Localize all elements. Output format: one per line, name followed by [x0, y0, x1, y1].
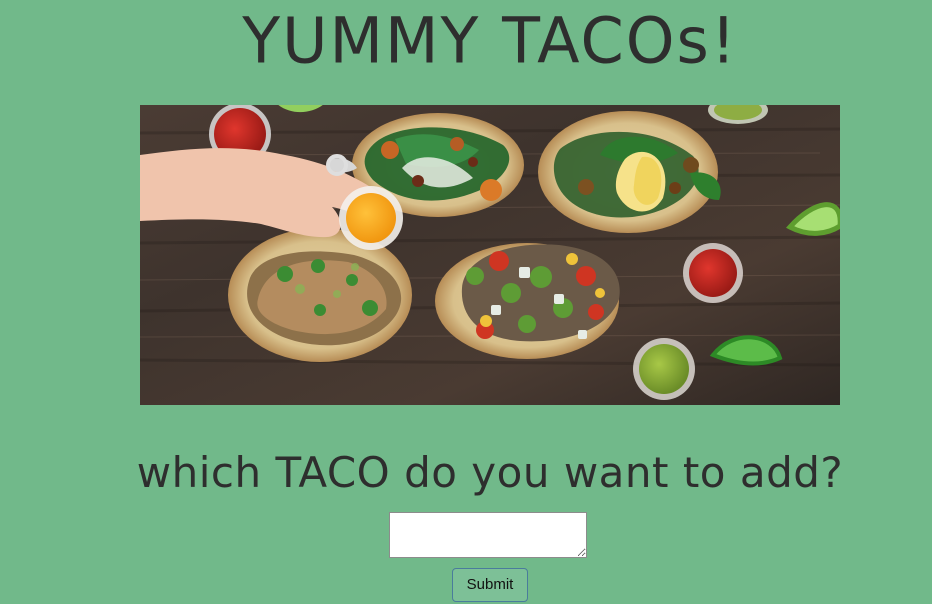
taco-bottom-left — [228, 228, 412, 362]
taco-bottom-right — [435, 243, 620, 359]
green-salsa-cup — [633, 338, 695, 400]
question-heading: which TACO do you want to add? — [136, 448, 844, 497]
taco-photo-illustration — [140, 105, 840, 405]
taco-input[interactable] — [388, 512, 587, 558]
submit-button[interactable]: Submit — [452, 568, 528, 602]
red-salsa-cup-right — [683, 243, 743, 303]
page-title: YUMMY TACOs! — [242, 3, 738, 78]
taco-form: Submit — [0, 512, 932, 602]
taco-hero-image — [140, 105, 840, 405]
